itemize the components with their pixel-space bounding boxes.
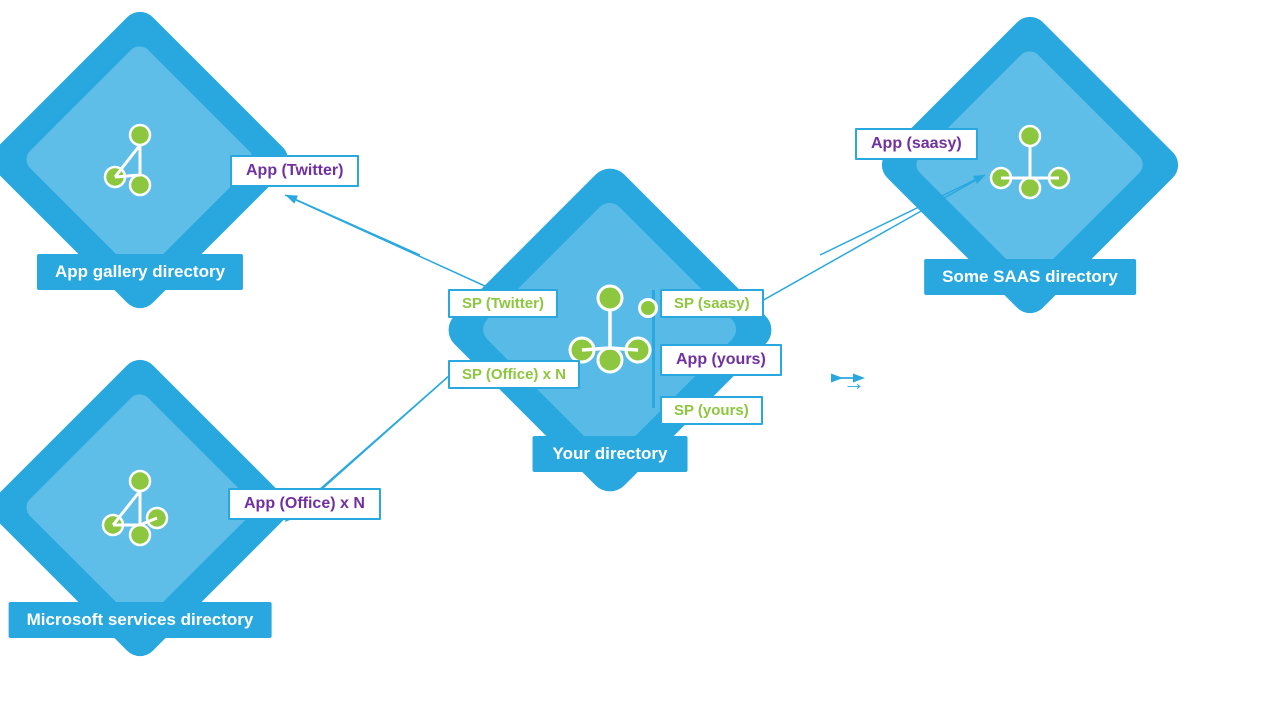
app-gallery-label: App gallery directory bbox=[37, 254, 243, 290]
ms-diamond-icon bbox=[30, 398, 250, 618]
app-gallery-directory: App gallery directory bbox=[30, 50, 250, 270]
sp-yours-box: SP (yours) bbox=[660, 396, 763, 425]
app-gallery-diamond: App gallery directory bbox=[30, 50, 250, 270]
sp-saasy-box: SP (saasy) bbox=[660, 289, 764, 318]
microsoft-directory: Microsoft services directory bbox=[30, 398, 250, 618]
app-yours-label: App (yours) bbox=[660, 344, 782, 376]
ms-network-graph bbox=[95, 463, 185, 553]
microsoft-label: Microsoft services directory bbox=[9, 602, 272, 638]
sp-office-box: SP (Office) x N bbox=[448, 360, 580, 389]
app-twitter-label: App (Twitter) bbox=[230, 155, 359, 187]
network-graph-icon bbox=[95, 115, 185, 205]
saas-label: Some SAAS directory bbox=[924, 259, 1136, 295]
app-saasy-label: App (saasy) bbox=[855, 128, 978, 160]
diamond-icon-area bbox=[30, 50, 250, 270]
sp-twitter-box: SP (Twitter) bbox=[448, 289, 558, 318]
arrow-right-yours: → bbox=[843, 370, 865, 396]
saas-network-graph bbox=[985, 120, 1075, 210]
saas-directory: Some SAAS directory bbox=[920, 55, 1140, 275]
your-directory-label: Your directory bbox=[533, 436, 688, 472]
microsoft-diamond: Microsoft services directory bbox=[30, 398, 250, 618]
saas-diamond: Some SAAS directory bbox=[920, 55, 1140, 275]
saas-diamond-icon bbox=[920, 55, 1140, 275]
sp-node-top bbox=[638, 298, 658, 318]
app-office-label: App (Office) x N bbox=[228, 488, 381, 520]
